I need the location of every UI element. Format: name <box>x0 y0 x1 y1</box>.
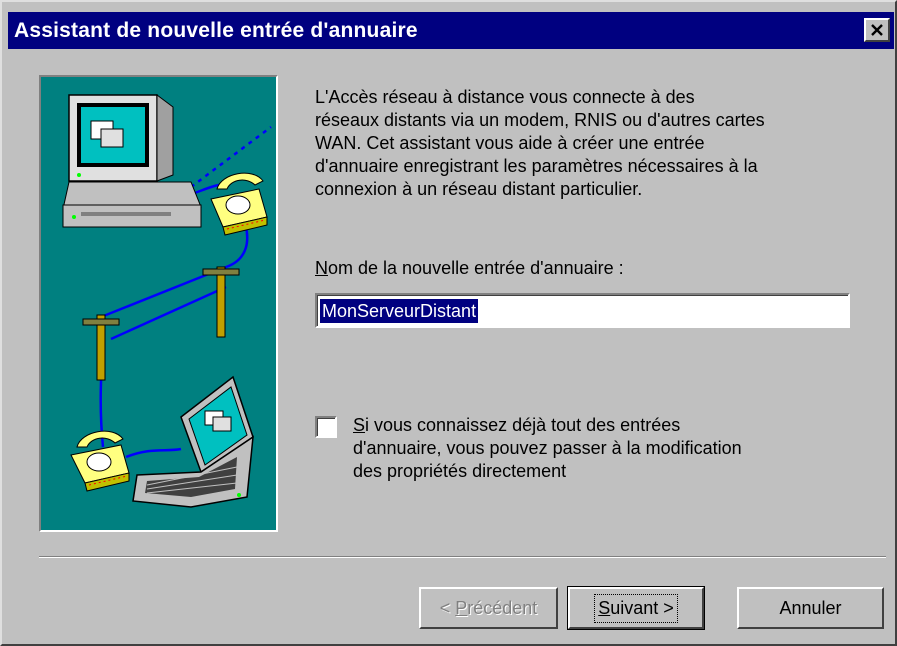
next-accel: S <box>598 597 611 618</box>
network-illustration <box>62 94 272 508</box>
skip-label-line3: des propriétés directement <box>353 461 567 481</box>
entry-name-label-text: om de la nouvelle entrée d'annuaire : <box>328 258 624 278</box>
telephone-icon <box>70 430 130 492</box>
entry-name-input[interactable]: MonServeurDistant <box>315 293 850 328</box>
laptop-icon <box>132 375 254 508</box>
skip-label-line2: d'annuaire, vous pouvez passer à la modi… <box>353 438 742 458</box>
skip-label-accel: S <box>353 415 366 435</box>
wizard-window: Assistant de nouvelle entrée d'annuaire <box>0 0 897 646</box>
next-label: uivant > <box>610 597 674 618</box>
next-button[interactable]: Suivant > <box>567 586 705 630</box>
back-accel: P <box>455 597 468 618</box>
description-line: L'Accès réseau à distance vous connecte … <box>315 87 695 107</box>
close-button[interactable] <box>864 18 890 42</box>
title-bar[interactable]: Assistant de nouvelle entrée d'annuaire <box>8 12 894 49</box>
close-icon <box>871 24 883 36</box>
window-title: Assistant de nouvelle entrée d'annuaire <box>14 19 418 42</box>
back-prefix: < <box>439 597 456 618</box>
button-separator <box>39 556 886 558</box>
skip-wizard-label[interactable]: Si vous connaissez déjà tout des entrées… <box>353 414 742 483</box>
telephone-icon <box>210 172 268 236</box>
entry-name-label: Nom de la nouvelle entrée d'annuaire : <box>315 258 624 279</box>
back-label: récédent <box>467 597 538 618</box>
description-line: connexion à un réseau distant particulie… <box>315 179 643 199</box>
skip-wizard-checkbox[interactable] <box>315 416 337 438</box>
skip-label-line1: i vous connaissez déjà tout des entrées <box>365 415 681 435</box>
next-label-wrap: Suivant > <box>594 593 678 623</box>
description-line: d'annuaire enregistrant les paramètres n… <box>315 156 758 176</box>
wizard-description: L'Accès réseau à distance vous connecte … <box>315 86 870 201</box>
desktop-computer-icon <box>62 94 202 228</box>
cancel-button[interactable]: Annuler <box>737 587 884 629</box>
entry-name-label-accel: N <box>315 258 328 278</box>
telephone-pole-icon <box>82 266 240 381</box>
description-line: WAN. Cet assistant vous aide à créer une… <box>315 133 705 153</box>
entry-name-value: MonServeurDistant <box>320 299 479 323</box>
cancel-label: Annuler <box>779 597 842 618</box>
back-button[interactable]: < Précédent <box>419 587 558 629</box>
description-line: réseaux distants via un modem, RNIS ou d… <box>315 110 765 130</box>
wizard-illustration <box>39 75 278 532</box>
